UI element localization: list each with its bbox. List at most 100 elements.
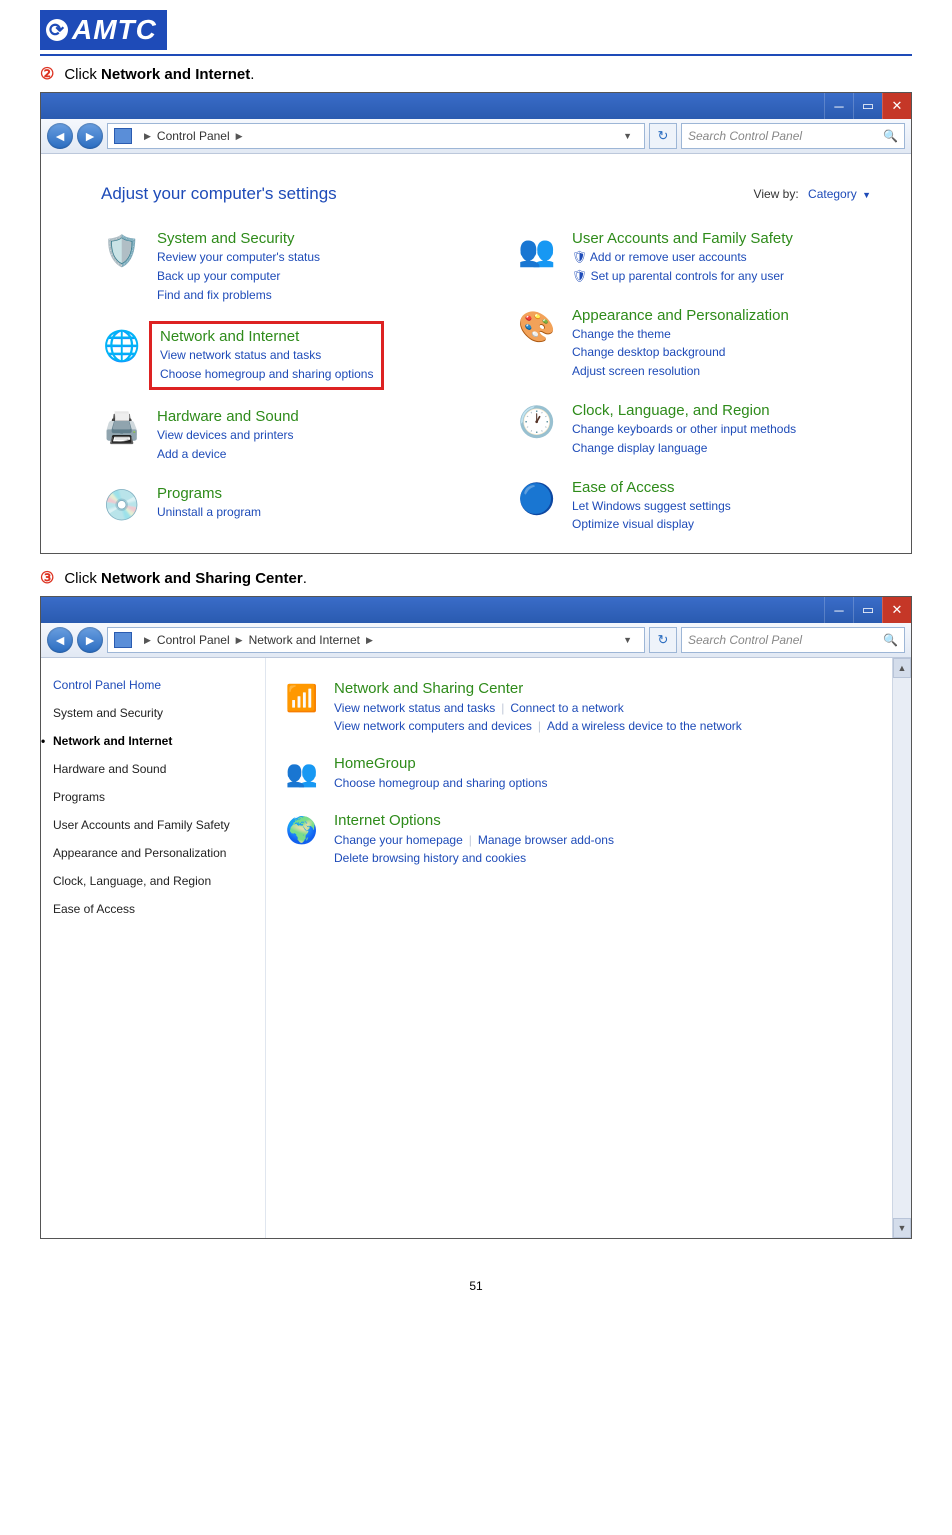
- panel-link[interactable]: Change your homepage: [334, 833, 463, 847]
- category-link[interactable]: Change keyboards or other input methods: [572, 421, 796, 438]
- category-item: 🖨️ Hardware and Sound View devices and pri…: [101, 408, 456, 463]
- sidebar-item[interactable]: Appearance and Personalization: [53, 846, 253, 860]
- panel-link[interactable]: Add a wireless device to the network: [547, 719, 742, 733]
- chevron-down-icon[interactable]: ▼: [623, 635, 632, 645]
- sidebar-item[interactable]: User Accounts and Family Safety: [53, 818, 253, 832]
- step-2-bold: Network and Internet: [101, 66, 250, 83]
- brand-logo: ⟳AMTC: [40, 10, 167, 50]
- step-3-prefix: Click: [64, 570, 101, 587]
- refresh-button[interactable]: ↻: [649, 627, 677, 653]
- breadcrumb-1[interactable]: Network and Internet: [249, 633, 360, 647]
- panel-item-title[interactable]: Internet Options: [334, 812, 614, 829]
- sidebar-home[interactable]: Control Panel Home: [53, 678, 253, 692]
- category-link[interactable]: 🛡 Set up parental controls for any user: [572, 268, 793, 285]
- address-bar[interactable]: ▶ Control Panel ▶ ▼: [107, 123, 645, 149]
- sidebar-item[interactable]: Hardware and Sound: [53, 762, 253, 776]
- category-icon: 🌐: [101, 325, 143, 367]
- minimize-button[interactable]: ─: [824, 93, 853, 119]
- chevron-right-icon: ▶: [144, 635, 151, 646]
- maximize-button[interactable]: ▭: [853, 597, 882, 623]
- category-link[interactable]: Uninstall a program: [157, 504, 261, 521]
- chevron-right-icon: ▶: [236, 635, 243, 646]
- panel-item: 📶 Network and Sharing Center View network …: [284, 680, 874, 735]
- maximize-button[interactable]: ▭: [853, 93, 882, 119]
- search-icon: 🔍: [883, 129, 898, 143]
- category-link[interactable]: Choose homegroup and sharing options: [160, 366, 373, 383]
- close-button[interactable]: ✕: [882, 597, 911, 623]
- sidebar-item[interactable]: System and Security: [53, 706, 253, 720]
- sidebar-item[interactable]: Clock, Language, and Region: [53, 874, 253, 888]
- sidebar-item[interactable]: Programs: [53, 790, 253, 804]
- step-3: ③ Click Network and Sharing Center.: [40, 568, 912, 588]
- category-link[interactable]: Add a device: [157, 446, 299, 463]
- panel-link[interactable]: Connect to a network: [510, 701, 623, 715]
- refresh-button[interactable]: ↻: [649, 123, 677, 149]
- category-link[interactable]: View devices and printers: [157, 427, 299, 444]
- category-title[interactable]: User Accounts and Family Safety: [572, 230, 793, 247]
- scrollbar[interactable]: ▲ ▼: [892, 658, 911, 1238]
- scroll-down-button[interactable]: ▼: [893, 1218, 911, 1238]
- search-input[interactable]: Search Control Panel 🔍: [681, 123, 905, 149]
- chevron-down-icon[interactable]: ▼: [623, 131, 632, 141]
- screenshot-2: ─ ▭ ✕ ◄ ► ▶ Control Panel ▶ Network and …: [40, 596, 912, 1239]
- view-by-value[interactable]: Category: [808, 187, 857, 201]
- category-title[interactable]: System and Security: [157, 230, 320, 247]
- scroll-up-button[interactable]: ▲: [893, 658, 911, 678]
- category-title[interactable]: Appearance and Personalization: [572, 307, 789, 324]
- forward-button[interactable]: ►: [77, 627, 103, 653]
- address-bar[interactable]: ▶ Control Panel ▶ Network and Internet ▶…: [107, 627, 645, 653]
- panel-item: 👥HomeGroupChoose homegroup and sharing o…: [284, 755, 874, 792]
- panel-item-icon: 📶: [284, 680, 320, 716]
- sidebar-item[interactable]: Ease of Access: [53, 902, 253, 916]
- search-input[interactable]: Search Control Panel 🔍: [681, 627, 905, 653]
- category-icon: 🕐: [516, 402, 558, 444]
- category-link[interactable]: Adjust screen resolution: [572, 363, 789, 380]
- panel-link[interactable]: View network status and tasks: [334, 701, 495, 715]
- chevron-right-icon: ▶: [366, 635, 373, 646]
- category-icon: 🖨️: [101, 408, 143, 450]
- separator: |: [469, 833, 472, 847]
- category-title[interactable]: Programs: [157, 485, 261, 502]
- category-title[interactable]: Hardware and Sound: [157, 408, 299, 425]
- nav-toolbar: ◄ ► ▶ Control Panel ▶ Network and Intern…: [41, 623, 911, 658]
- category-link[interactable]: Change display language: [572, 440, 796, 457]
- category-title[interactable]: Network and Internet: [160, 328, 373, 345]
- category-link[interactable]: Let Windows suggest settings: [572, 498, 731, 515]
- screenshot-1: ─ ▭ ✕ ◄ ► ▶ Control Panel ▶ ▼ ↻ Search C…: [40, 92, 912, 554]
- window-titlebar: ─ ▭ ✕: [41, 597, 911, 623]
- category-item: 💿ProgramsUninstall a program: [101, 485, 456, 527]
- category-icon: 🔵: [516, 479, 558, 521]
- step-2: ② Click Network and Internet.: [40, 64, 912, 84]
- panel-item-title[interactable]: HomeGroup: [334, 755, 547, 772]
- category-title[interactable]: Ease of Access: [572, 479, 731, 496]
- category-link[interactable]: Optimize visual display: [572, 516, 731, 533]
- back-button[interactable]: ◄: [47, 123, 73, 149]
- category-link[interactable]: Find and fix problems: [157, 287, 320, 304]
- category-link[interactable]: Change the theme: [572, 326, 789, 343]
- category-link[interactable]: Change desktop background: [572, 344, 789, 361]
- address-icon: [114, 632, 132, 648]
- minimize-button[interactable]: ─: [824, 597, 853, 623]
- sidebar-item[interactable]: Network and Internet: [53, 734, 253, 748]
- forward-button[interactable]: ►: [77, 123, 103, 149]
- step-2-number: ②: [40, 64, 54, 84]
- panel-link[interactable]: Manage browser add-ons: [478, 833, 614, 847]
- breadcrumb-0[interactable]: Control Panel: [157, 633, 230, 647]
- category-link[interactable]: Back up your computer: [157, 268, 320, 285]
- panel-link[interactable]: Delete browsing history and cookies: [334, 851, 526, 865]
- panel-item-title[interactable]: Network and Sharing Center: [334, 680, 742, 697]
- panel-link[interactable]: View network computers and devices: [334, 719, 532, 733]
- category-item: 🌐 Network and Internet View network status…: [101, 325, 456, 386]
- category-link[interactable]: Review your computer's status: [157, 249, 320, 266]
- category-title[interactable]: Clock, Language, and Region: [572, 402, 796, 419]
- separator: |: [538, 719, 541, 733]
- close-button[interactable]: ✕: [882, 93, 911, 119]
- category-item: 🛡️System and SecurityReview your compute…: [101, 230, 456, 303]
- back-button[interactable]: ◄: [47, 627, 73, 653]
- category-link[interactable]: View network status and tasks: [160, 347, 373, 364]
- chevron-down-icon[interactable]: ▼: [862, 190, 871, 200]
- breadcrumb-0[interactable]: Control Panel: [157, 129, 230, 143]
- step-3-number: ③: [40, 568, 54, 588]
- panel-link[interactable]: Choose homegroup and sharing options: [334, 776, 547, 790]
- category-link[interactable]: 🛡 Add or remove user accounts: [572, 249, 793, 266]
